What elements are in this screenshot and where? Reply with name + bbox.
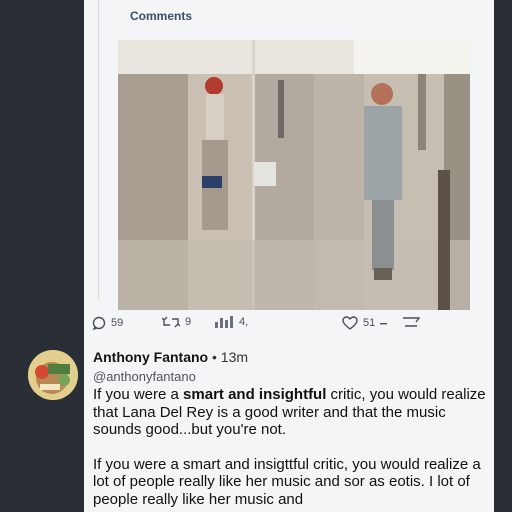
author-name[interactable]: Anthony Fantano	[93, 349, 208, 365]
share-metric[interactable]	[402, 316, 420, 328]
avatar[interactable]	[28, 350, 78, 400]
post-paragraph-2: If you were a smart and insigttful criti…	[93, 455, 481, 508]
post-body: If you were a smart and insightful criti…	[93, 386, 488, 508]
minus-icon	[380, 319, 388, 327]
views-metric[interactable]: 4,	[214, 316, 248, 328]
repost-metric[interactable]: 9	[162, 316, 191, 328]
para1-start: If you were a	[93, 386, 184, 403]
dot-separator: •	[208, 349, 221, 365]
post-paragraph-1: If you were a smart and insightful criti…	[93, 386, 488, 439]
repost-icon	[162, 316, 180, 328]
quoted-post-metrics: 59 9 4, 51	[92, 316, 422, 334]
like-count: 51	[363, 317, 376, 329]
share-icon	[402, 316, 420, 328]
heart-icon	[342, 316, 358, 330]
like-metric[interactable]: 51	[342, 316, 388, 330]
reply-metric[interactable]: 59	[92, 316, 123, 330]
video-thumbnail[interactable]	[118, 40, 470, 310]
repost-count: 9	[185, 316, 192, 328]
author-handle[interactable]: @anthonyfantano	[93, 369, 196, 384]
comments-link[interactable]: Comments	[130, 9, 192, 23]
para1-bold: smart and insightful	[183, 386, 327, 403]
reply-count: 59	[111, 317, 124, 329]
reply-icon	[92, 316, 106, 330]
views-count: 4,	[239, 316, 249, 328]
author-line: Anthony Fantano • 13m	[93, 349, 248, 365]
views-icon	[214, 316, 234, 328]
post-time[interactable]: 13m	[221, 349, 248, 365]
screen: Comments 59 9 4, 51 Anthony Fantano • 13…	[0, 0, 512, 512]
